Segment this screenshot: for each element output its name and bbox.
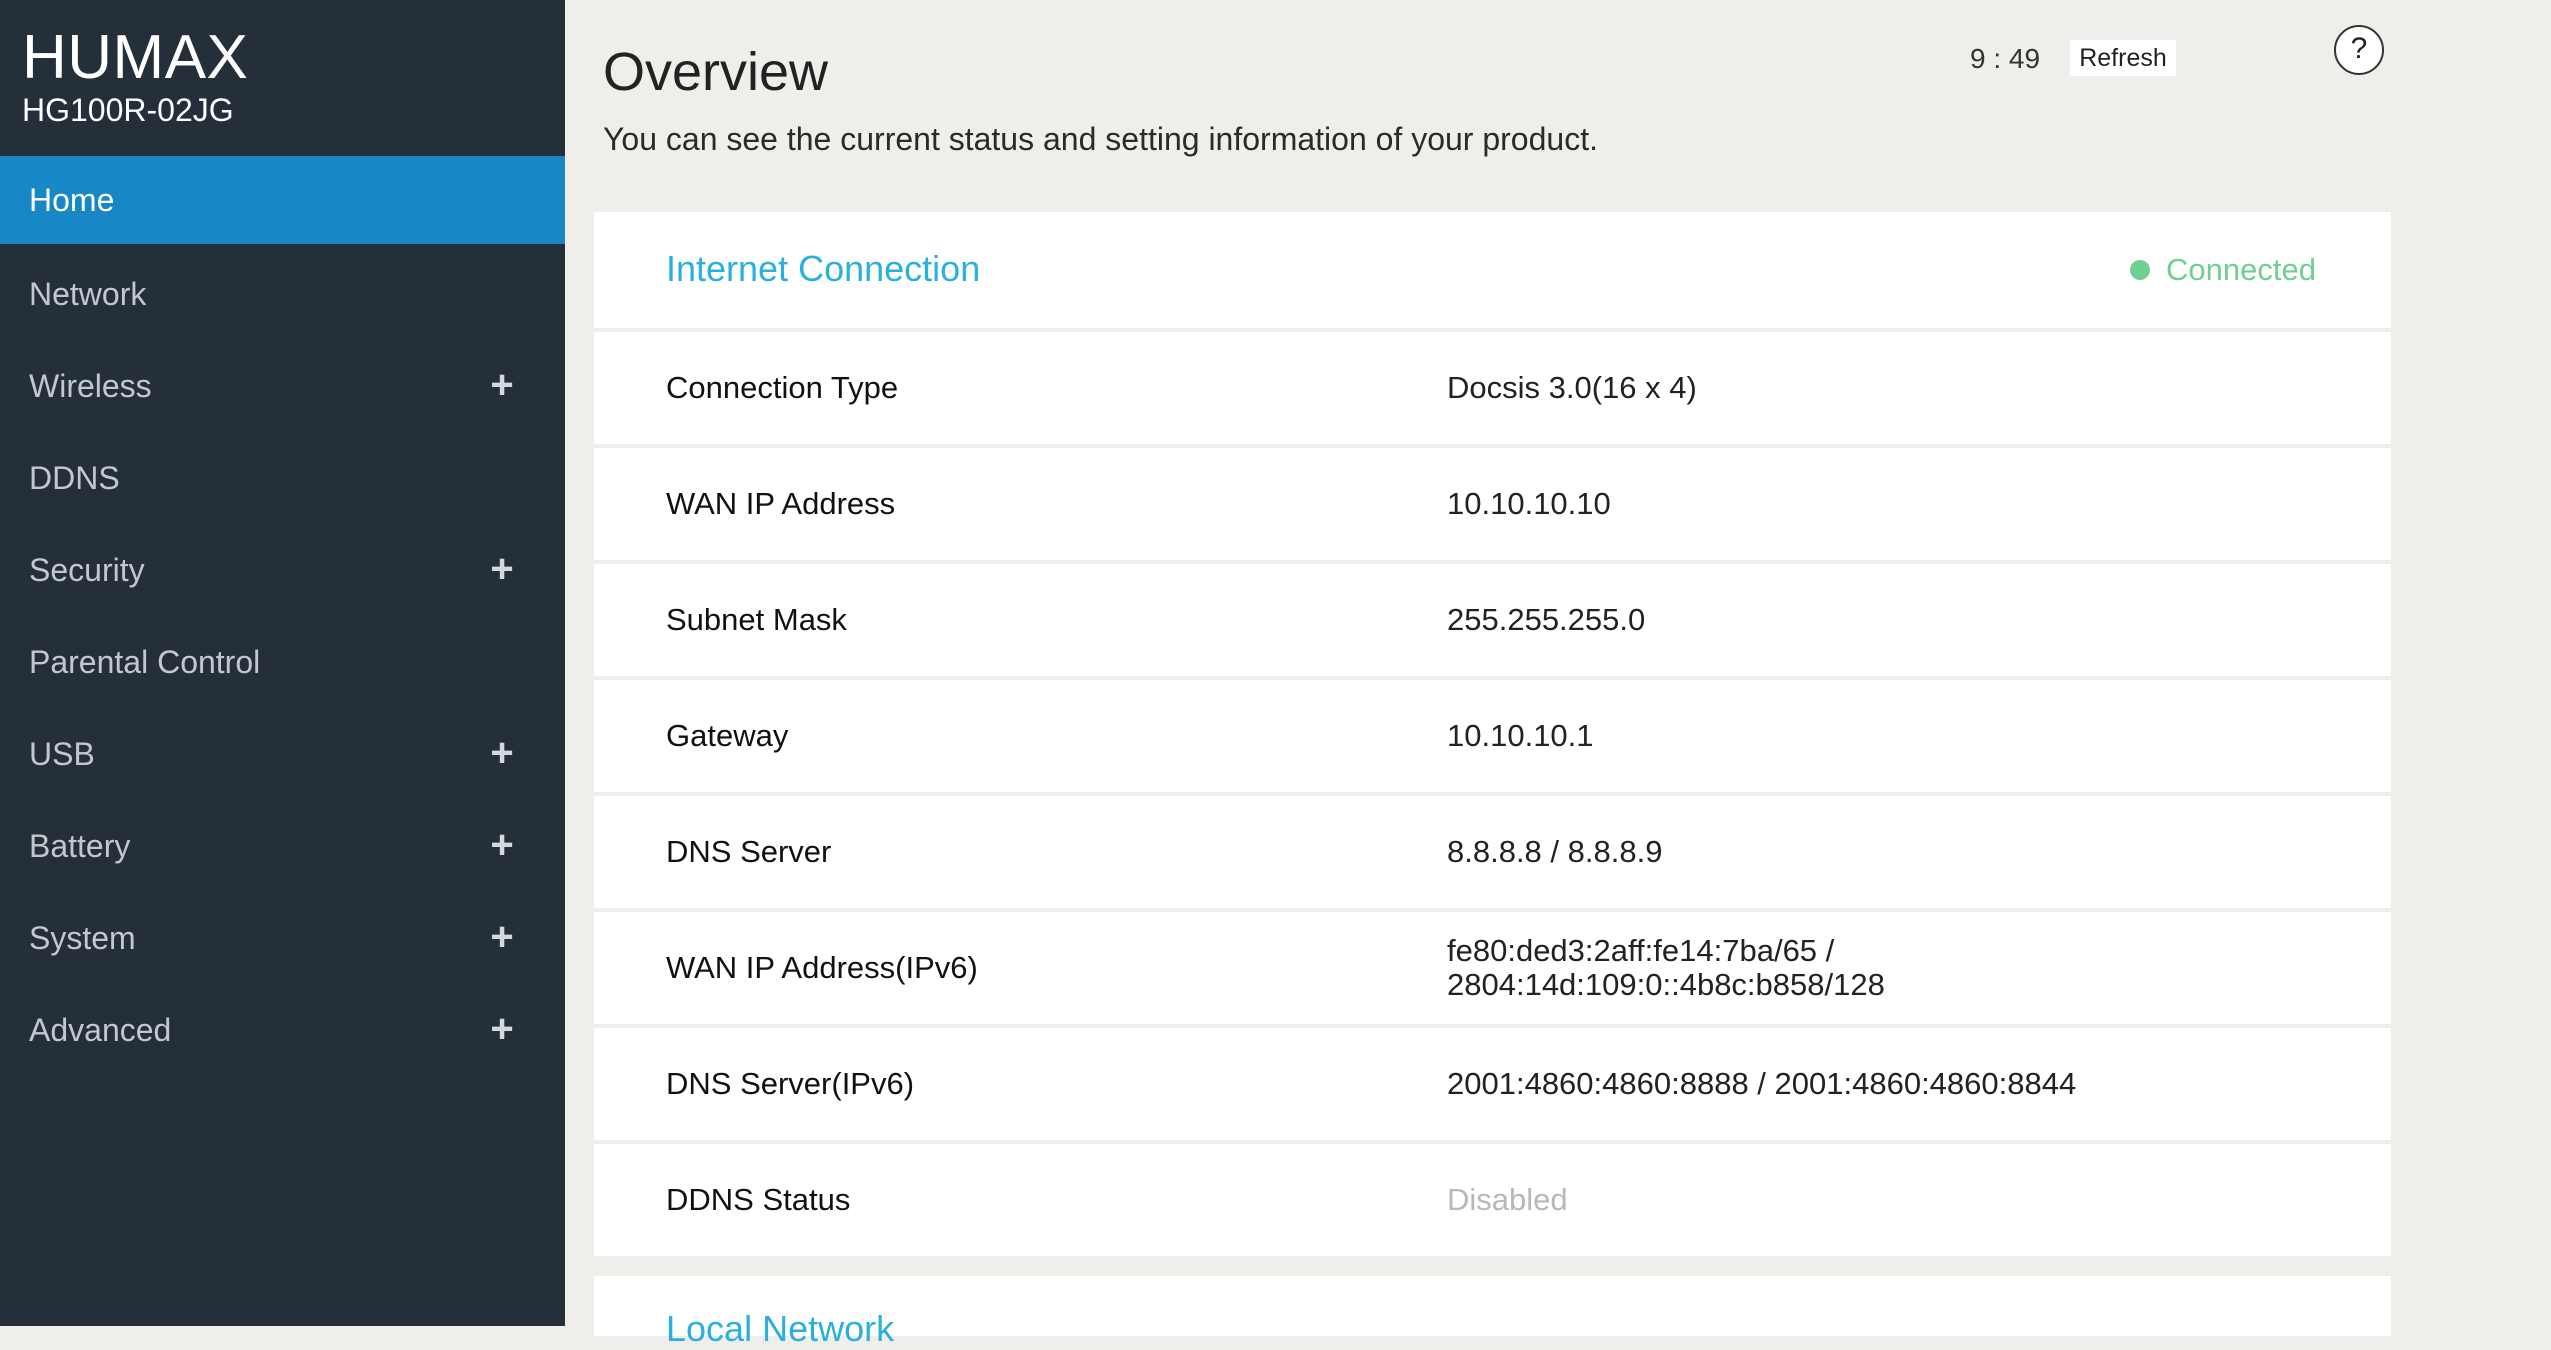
sidebar-item-parental-control[interactable]: Parental Control [0, 616, 565, 708]
expand-plus-icon[interactable]: + [484, 1009, 520, 1049]
expand-plus-icon[interactable]: + [484, 917, 520, 957]
brand: HUMAX HG100R-02JG [22, 23, 249, 129]
expand-plus-icon[interactable]: + [484, 825, 520, 865]
info-row-dns-server-ipv6: DNS Server(IPv6) 2001:4860:4860:8888 / 2… [594, 1028, 2391, 1140]
refresh-button[interactable]: Refresh [2070, 40, 2176, 76]
row-label: Gateway [666, 718, 789, 753]
row-label: WAN IP Address [666, 486, 896, 521]
row-value: 10.10.10.10 [1447, 486, 1611, 521]
sidebar-item-label: Security [29, 551, 145, 588]
expand-plus-icon[interactable]: + [484, 365, 520, 405]
sidebar-item-label: USB [29, 735, 95, 772]
sidebar-item-label: DDNS [29, 459, 120, 496]
brand-logo: HUMAX [22, 23, 249, 92]
row-label: Connection Type [666, 370, 899, 405]
sidebar-item-label: Battery [29, 827, 131, 864]
page-description: You can see the current status and setti… [603, 121, 1598, 157]
sidebar-item-label: Wireless [29, 367, 152, 404]
internet-connection-card: Internet Connection Connected Connection… [594, 212, 2391, 1260]
row-value: Docsis 3.0(16 x 4) [1447, 370, 1697, 405]
sidebar-item-label: System [29, 919, 136, 956]
brand-model: HG100R-02JG [22, 92, 234, 128]
sidebar-item-label: Parental Control [29, 643, 261, 680]
info-row-wan-ip: WAN IP Address 10.10.10.10 [594, 448, 2391, 560]
card-header: Internet Connection Connected [594, 212, 2391, 328]
sidebar-item-battery[interactable]: Battery + [0, 800, 565, 892]
sidebar-item-label: Home [29, 181, 115, 218]
sidebar-item-label: Network [29, 275, 147, 312]
sidebar-nav: Home Network Wireless + DDNS Security + … [0, 156, 565, 1076]
help-icon[interactable]: ? [2334, 25, 2384, 75]
local-network-card: Local Network [594, 1276, 2391, 1349]
expand-plus-icon[interactable]: + [484, 549, 520, 589]
sidebar-item-label: Advanced [29, 1011, 172, 1048]
status-dot-icon [2130, 260, 2151, 280]
sidebar-item-usb[interactable]: USB + [0, 708, 565, 800]
row-value: fe80:ded3:2aff:fe14:7ba/65 / 2804:14d:10… [1447, 933, 1885, 1002]
sidebar-item-advanced[interactable]: Advanced + [0, 984, 565, 1076]
section-title: Local Network [666, 1308, 895, 1349]
info-row-gateway: Gateway 10.10.10.1 [594, 680, 2391, 792]
sidebar-item-wireless[interactable]: Wireless + [0, 340, 565, 432]
info-row-connection-type: Connection Type Docsis 3.0(16 x 4) [594, 332, 2391, 444]
status-text: Connected [2166, 252, 2316, 287]
row-label: DDNS Status [666, 1182, 851, 1217]
sidebar-item-network[interactable]: Network [0, 248, 565, 340]
row-value: 255.255.255.0 [1447, 602, 1646, 637]
info-row-ddns-status: DDNS Status Disabled [594, 1144, 2391, 1256]
info-row-subnet-mask: Subnet Mask 255.255.255.0 [594, 564, 2391, 676]
row-value: 2001:4860:4860:8888 / 2001:4860:4860:884… [1447, 1066, 2077, 1101]
section-title: Internet Connection [666, 248, 981, 289]
row-label: WAN IP Address(IPv6) [666, 950, 978, 985]
sidebar-item-security[interactable]: Security + [0, 524, 565, 616]
row-value: Disabled [1447, 1182, 1568, 1217]
row-label: DNS Server [666, 834, 832, 869]
row-label: Subnet Mask [666, 602, 847, 637]
sidebar-item-ddns[interactable]: DDNS [0, 432, 565, 524]
expand-plus-icon[interactable]: + [484, 733, 520, 773]
sidebar-item-system[interactable]: System + [0, 892, 565, 984]
row-value: 8.8.8.8 / 8.8.8.9 [1447, 834, 1663, 869]
page-title: Overview [603, 42, 829, 102]
clock: 9 : 49 [1970, 43, 2041, 74]
row-label: DNS Server(IPv6) [666, 1066, 915, 1101]
status-badge: Connected [2130, 252, 2316, 288]
info-row-wan-ipv6: WAN IP Address(IPv6) fe80:ded3:2aff:fe14… [594, 912, 2391, 1024]
info-row-dns-server: DNS Server 8.8.8.8 / 8.8.8.9 [594, 796, 2391, 908]
sidebar-item-home[interactable]: Home [0, 156, 565, 244]
row-value: 10.10.10.1 [1447, 718, 1594, 753]
sidebar: HUMAX HG100R-02JG Home Network Wireless … [0, 0, 565, 1326]
